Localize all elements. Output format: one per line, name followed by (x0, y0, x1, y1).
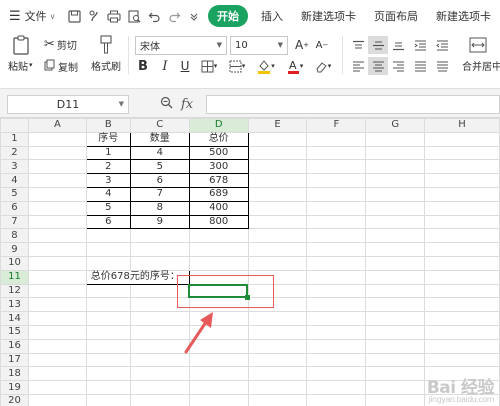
watermark-subtext: jingyan.baidu.com (428, 395, 495, 404)
annotation-arrow (184, 312, 213, 354)
watermark-logo: Bai 经验 jingyan.baidu.com (427, 373, 495, 404)
